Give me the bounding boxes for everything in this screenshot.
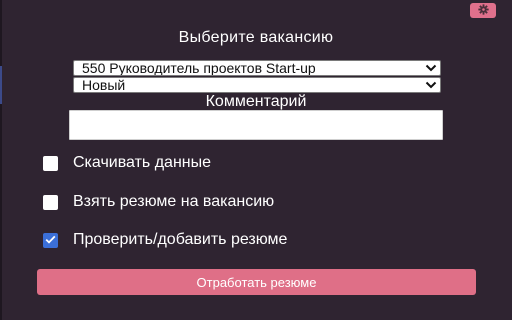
checkmark-icon	[45, 231, 56, 249]
take-resume-label: Взять резюме на вакансию	[73, 193, 275, 210]
download-data-label: Скачивать данные	[73, 154, 212, 171]
check-add-resume-label: Проверить/добавить резюме	[73, 231, 288, 248]
extension-popup: Выберите вакансию 550 Руководитель проек…	[0, 0, 512, 320]
chevron-down-icon	[422, 61, 440, 75]
comment-label: Комментарий	[205, 93, 307, 110]
option-check-add-resume[interactable]: Проверить/добавить резюме	[43, 230, 287, 250]
settings-button[interactable]	[470, 3, 496, 18]
status-select-value: Новый	[82, 78, 126, 92]
chevron-down-icon	[422, 78, 440, 92]
window-edge	[0, 0, 2, 320]
gear-icon	[477, 2, 489, 20]
vacancy-select-value: 550 Руководитель проектов Start-up	[82, 61, 316, 75]
option-take-resume[interactable]: Взять резюме на вакансию	[43, 192, 274, 212]
download-data-checkbox[interactable]	[43, 155, 58, 171]
comment-input[interactable]	[69, 110, 443, 140]
status-select[interactable]: Новый	[73, 77, 441, 93]
check-add-resume-checkbox[interactable]	[43, 231, 58, 249]
process-resume-button[interactable]: Отработать резюме	[37, 269, 476, 295]
take-resume-checkbox[interactable]	[43, 194, 58, 210]
page-title: Выберите вакансию	[178, 29, 334, 46]
option-download-data[interactable]: Скачивать данные	[43, 153, 211, 173]
vacancy-select[interactable]: 550 Руководитель проектов Start-up	[73, 60, 441, 76]
